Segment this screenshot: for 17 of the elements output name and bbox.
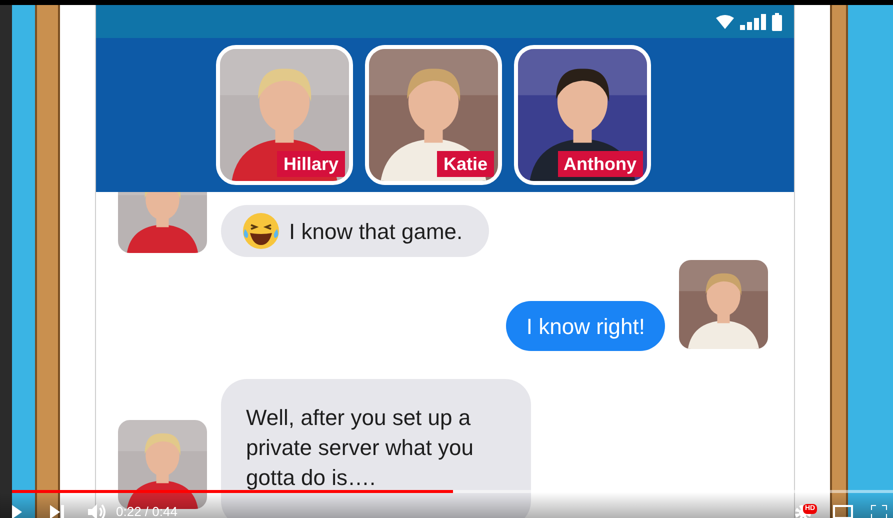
message-bubble: I know right! — [506, 301, 665, 351]
contact-card[interactable]: Katie — [364, 45, 502, 185]
battery-icon — [772, 12, 782, 30]
fullscreen-icon[interactable] — [871, 505, 887, 518]
wifi-icon — [716, 14, 734, 28]
contact-card[interactable]: Anthony — [514, 45, 650, 185]
contact-name: Anthony — [558, 151, 642, 177]
time-display: 0:22 / 0:44 — [116, 503, 178, 518]
message-bubble: I know that game. — [221, 205, 489, 257]
progress-track[interactable] — [12, 490, 893, 493]
message-bubble: Well, after you set up a private server what you gotta do is…. — [221, 379, 531, 518]
signal-icon — [740, 14, 766, 30]
contact-name: Hillary — [277, 151, 344, 177]
contact-card[interactable]: Hillary — [216, 45, 352, 185]
next-icon[interactable] — [50, 505, 64, 518]
theater-mode-icon[interactable] — [833, 505, 853, 518]
contact-name: Katie — [437, 151, 494, 177]
